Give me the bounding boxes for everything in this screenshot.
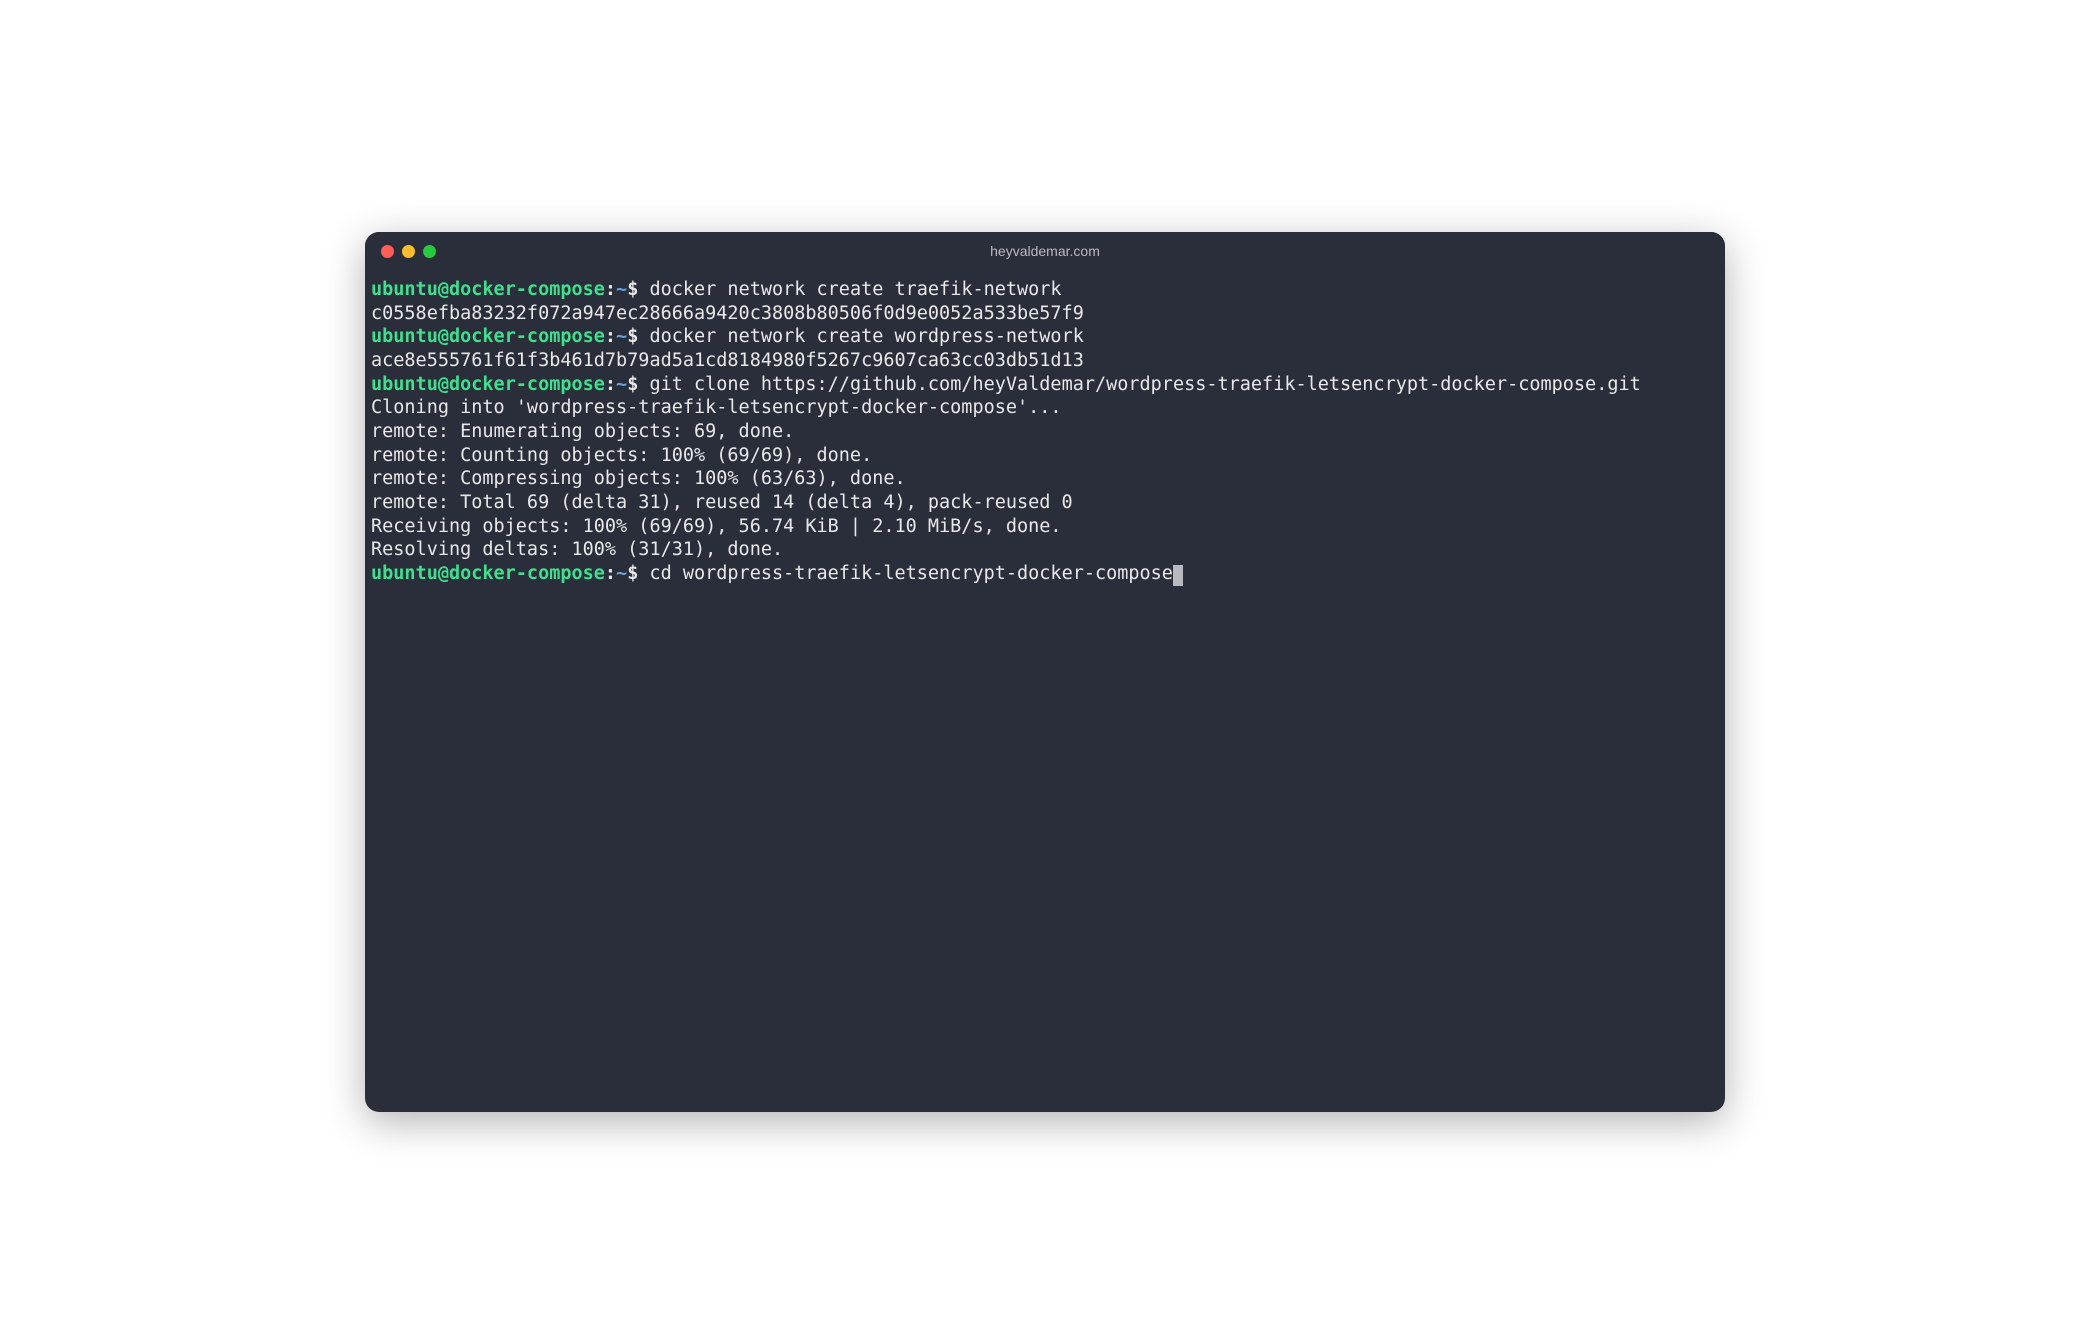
minimize-icon[interactable] — [402, 245, 415, 258]
prompt-user-host: ubuntu@docker-compose — [371, 374, 605, 395]
output-line: remote: Counting objects: 100% (69/69), … — [371, 444, 1719, 468]
traffic-lights — [381, 245, 436, 258]
output-line: c0558efba83232f072a947ec28666a9420c3808b… — [371, 302, 1719, 326]
prompt-colon: : — [605, 326, 616, 347]
output-line: Receiving objects: 100% (69/69), 56.74 K… — [371, 515, 1719, 539]
prompt-user-host: ubuntu@docker-compose — [371, 279, 605, 300]
prompt-user-host: ubuntu@docker-compose — [371, 563, 605, 584]
prompt-path: ~ — [616, 279, 627, 300]
prompt-colon: : — [605, 563, 616, 584]
output-line: remote: Total 69 (delta 31), reused 14 (… — [371, 491, 1719, 515]
prompt-path: ~ — [616, 326, 627, 347]
command-text: cd wordpress-traefik-letsencrypt-docker-… — [638, 563, 1173, 584]
prompt-dollar: $ — [627, 374, 638, 395]
output-line: Resolving deltas: 100% (31/31), done. — [371, 538, 1719, 562]
prompt-path: ~ — [616, 563, 627, 584]
command-text: docker network create traefik-network — [638, 279, 1061, 300]
cursor-icon — [1173, 565, 1183, 586]
command-text: git clone https://github.com/heyValdemar… — [638, 374, 1640, 395]
output-line: ace8e555761f61f3b461d7b79ad5a1cd8184980f… — [371, 349, 1719, 373]
terminal-content[interactable]: ubuntu@docker-compose:~$ docker network … — [365, 270, 1725, 1112]
command-text: docker network create wordpress-network — [638, 326, 1084, 347]
output-line: Cloning into 'wordpress-traefik-letsencr… — [371, 396, 1719, 420]
terminal-window: heyvaldemar.com ubuntu@docker-compose:~$… — [365, 232, 1725, 1112]
prompt-colon: : — [605, 374, 616, 395]
prompt-dollar: $ — [627, 563, 638, 584]
output-line: remote: Compressing objects: 100% (63/63… — [371, 467, 1719, 491]
terminal-line: ubuntu@docker-compose:~$ cd wordpress-tr… — [371, 562, 1719, 586]
prompt-path: ~ — [616, 374, 627, 395]
output-line: remote: Enumerating objects: 69, done. — [371, 420, 1719, 444]
terminal-line: ubuntu@docker-compose:~$ git clone https… — [371, 373, 1719, 397]
window-title: heyvaldemar.com — [990, 243, 1100, 259]
maximize-icon[interactable] — [423, 245, 436, 258]
terminal-line: ubuntu@docker-compose:~$ docker network … — [371, 325, 1719, 349]
prompt-dollar: $ — [627, 326, 638, 347]
prompt-dollar: $ — [627, 279, 638, 300]
close-icon[interactable] — [381, 245, 394, 258]
title-bar: heyvaldemar.com — [365, 232, 1725, 270]
prompt-user-host: ubuntu@docker-compose — [371, 326, 605, 347]
terminal-line: ubuntu@docker-compose:~$ docker network … — [371, 278, 1719, 302]
prompt-colon: : — [605, 279, 616, 300]
